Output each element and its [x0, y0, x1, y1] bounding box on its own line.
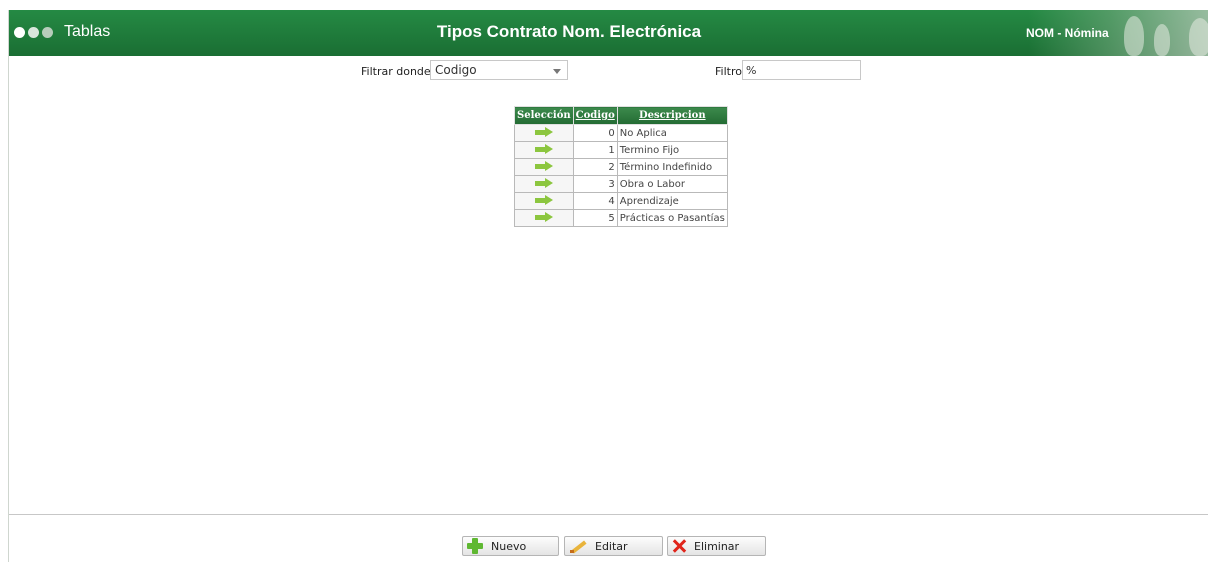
select-cell[interactable]: [514, 175, 574, 193]
descripcion-cell: Termino Fijo: [616, 141, 728, 159]
app-title[interactable]: Tablas: [64, 23, 110, 41]
table-row: 2 Término Indefinido: [514, 158, 728, 176]
codigo-cell: 4: [572, 192, 618, 210]
filter-field-select[interactable]: Codigo: [430, 60, 568, 80]
table-row: 0 No Aplica: [514, 124, 728, 142]
module-label: NOM - Nómina: [1026, 26, 1109, 40]
banner-person-3: [1189, 18, 1208, 56]
table-row: 5 Prácticas o Pasantías: [514, 209, 728, 227]
codigo-cell: 0: [572, 124, 618, 142]
header-bar: Tablas Tipos Contrato Nom. Electrónica N…: [9, 10, 1208, 56]
filtrar-donde-label: Filtrar donde: [361, 65, 431, 78]
column-header-descripcion-link[interactable]: Descripcion: [639, 110, 706, 121]
codigo-cell: 5: [572, 209, 618, 227]
records-table: Selección Codigo Descripcion 0 No Aplica…: [514, 106, 728, 227]
codigo-cell: 1: [572, 141, 618, 159]
footer-divider: [9, 514, 1208, 515]
select-cell[interactable]: [514, 192, 574, 210]
arrow-right-icon[interactable]: [534, 195, 553, 205]
pencil-icon: [569, 538, 587, 554]
arrow-right-icon[interactable]: [534, 212, 553, 222]
column-header-descripcion[interactable]: Descripcion: [616, 106, 728, 125]
editar-button-label: Editar: [595, 539, 628, 553]
nuevo-button-label: Nuevo: [491, 539, 527, 553]
filtro-input[interactable]: [742, 60, 861, 80]
arrow-right-icon[interactable]: [534, 178, 553, 188]
codigo-cell: 2: [572, 158, 618, 176]
dot-1: [14, 27, 25, 38]
chevron-down-icon: [553, 69, 561, 74]
descripcion-cell: Término Indefinido: [616, 158, 728, 176]
table-header-row: Selección Codigo Descripcion: [514, 106, 728, 125]
table-row: 4 Aprendizaje: [514, 192, 728, 210]
banner-person-1: [1124, 16, 1144, 56]
page-title: Tipos Contrato Nom. Electrónica: [436, 22, 702, 41]
dot-2: [28, 27, 39, 38]
nuevo-button[interactable]: Nuevo: [462, 536, 559, 556]
eliminar-button[interactable]: Eliminar: [667, 536, 766, 556]
status-dots-icon: [14, 27, 53, 39]
descripcion-cell: Obra o Labor: [616, 175, 728, 193]
plus-icon: [467, 538, 483, 554]
app-frame: Tablas Tipos Contrato Nom. Electrónica N…: [8, 10, 1208, 562]
eliminar-button-label: Eliminar: [694, 539, 740, 553]
select-cell[interactable]: [514, 158, 574, 176]
select-cell[interactable]: [514, 124, 574, 142]
banner-person-2: [1154, 24, 1170, 56]
arrow-right-icon[interactable]: [534, 161, 553, 171]
dot-3: [42, 27, 53, 38]
codigo-cell: 3: [572, 175, 618, 193]
column-header-codigo-link[interactable]: Codigo: [576, 110, 615, 121]
filtro-label: Filtro: [715, 65, 742, 78]
descripcion-cell: No Aplica: [616, 124, 728, 142]
descripcion-cell: Aprendizaje: [616, 192, 728, 210]
select-cell[interactable]: [514, 141, 574, 159]
table-row: 1 Termino Fijo: [514, 141, 728, 159]
arrow-right-icon[interactable]: [534, 144, 553, 154]
editar-button[interactable]: Editar: [564, 536, 663, 556]
table-row: 3 Obra o Labor: [514, 175, 728, 193]
filter-field-value: Codigo: [435, 63, 477, 77]
column-header-seleccion: Selección: [514, 106, 574, 125]
x-icon: [672, 539, 686, 553]
descripcion-cell: Prácticas o Pasantías: [616, 209, 728, 227]
select-cell[interactable]: [514, 209, 574, 227]
filter-bar: Filtrar donde Codigo Filtro: [9, 59, 1208, 83]
arrow-right-icon[interactable]: [534, 127, 553, 137]
column-header-codigo[interactable]: Codigo: [572, 106, 618, 125]
